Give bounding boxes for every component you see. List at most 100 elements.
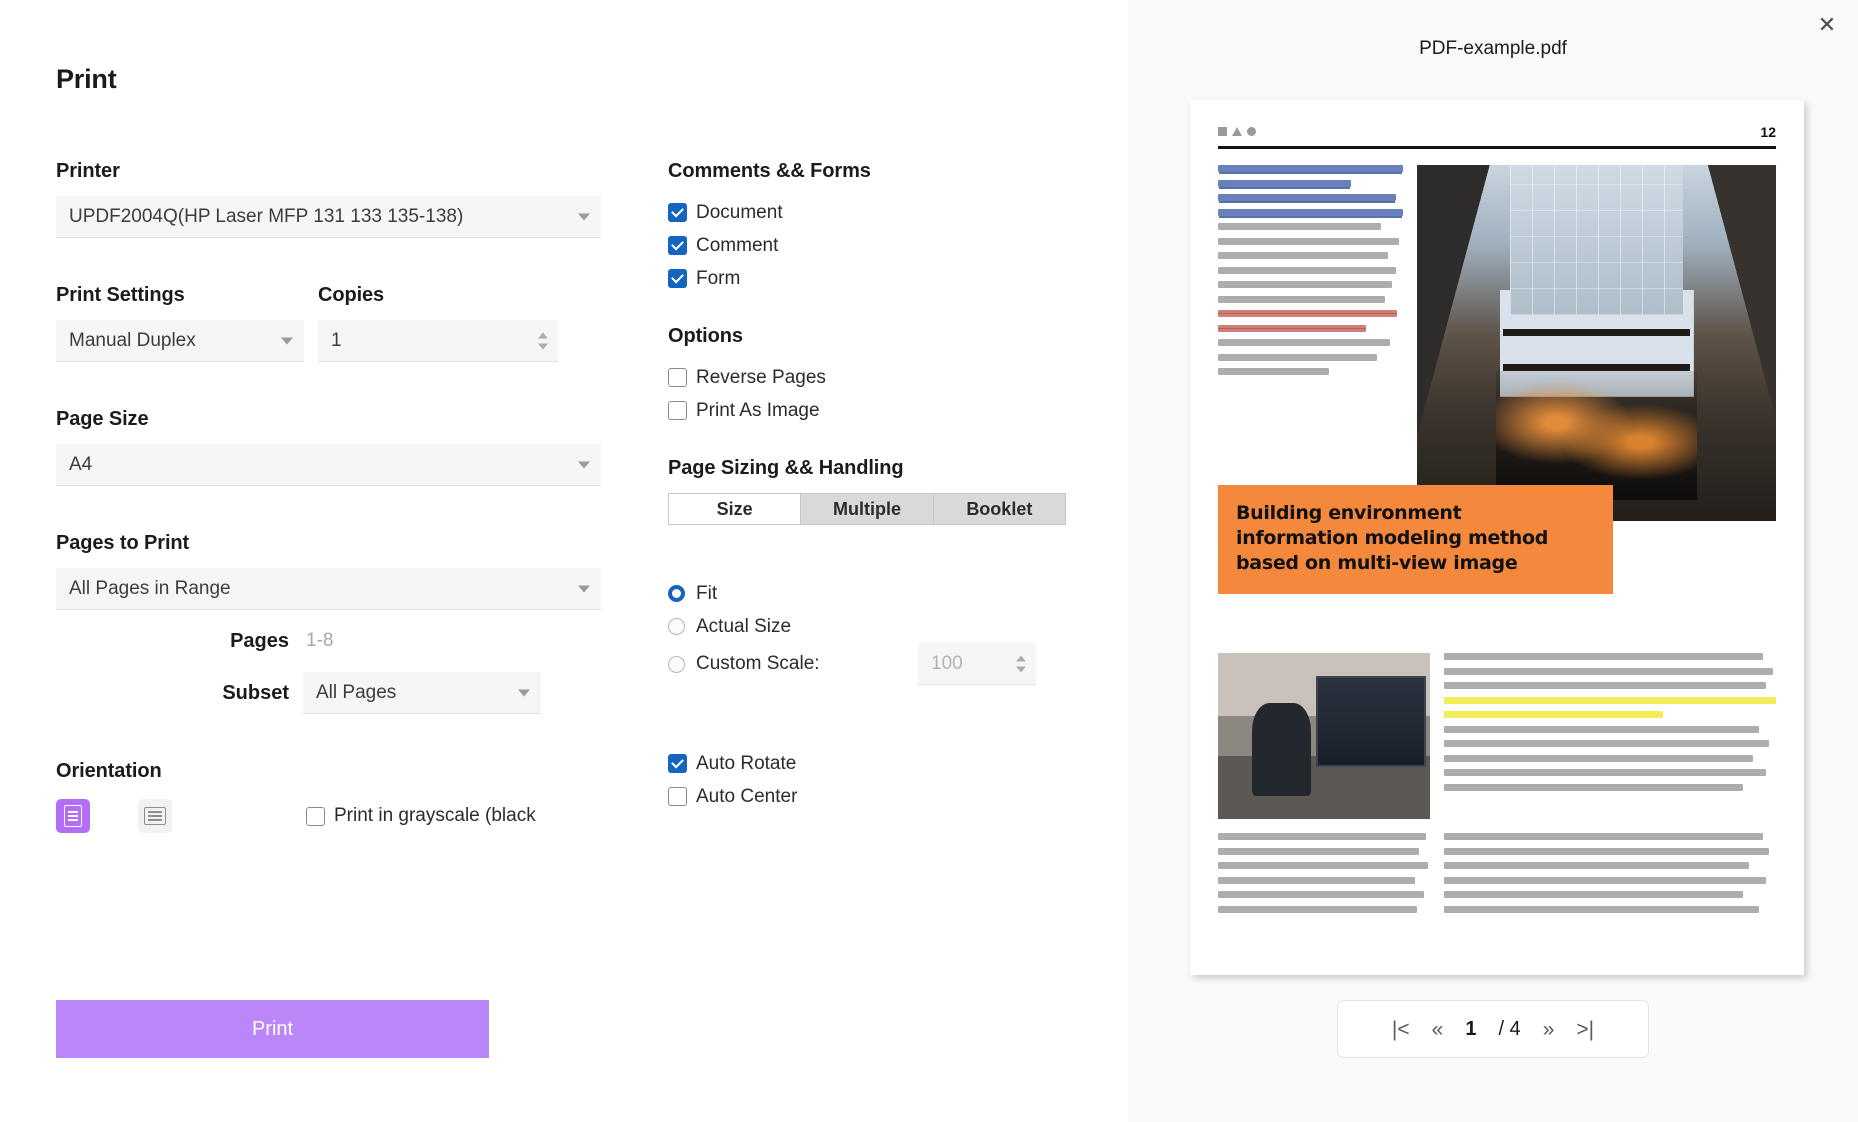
auto-center-label: Auto Center <box>696 785 798 807</box>
pdf-photo-workstation <box>1218 653 1430 819</box>
checkbox-checked-icon <box>668 236 687 255</box>
print-settings-label: Print Settings <box>56 284 185 306</box>
comments-forms-label-form: Form <box>696 267 741 289</box>
checkbox-icon <box>668 787 687 806</box>
pdf-page-header: 12 <box>1218 124 1776 140</box>
pages-range-row: Pages 1-8 <box>56 624 601 658</box>
pdf-title-banner: Building environment information modelin… <box>1218 485 1613 595</box>
pages-to-print-label: Pages to Print <box>56 532 190 554</box>
scale-option-label-fit: Fit <box>696 582 718 604</box>
print-settings-value: Manual Duplex <box>69 329 196 351</box>
orientation-portrait-button[interactable] <box>56 799 90 833</box>
page-sizing-tabs: Size Multiple Booklet <box>668 493 1066 525</box>
tab-size[interactable]: Size <box>669 494 802 524</box>
copies-spin-arrows[interactable] <box>538 332 548 349</box>
orientation-landscape-button[interactable] <box>138 799 172 833</box>
print-settings-pane: Print Printer UPDF2004Q(HP Laser MFP 131… <box>0 0 1128 1122</box>
page-size-value: A4 <box>69 453 93 475</box>
checkbox-icon <box>668 401 687 420</box>
printer-value: UPDF2004Q(HP Laser MFP 131 133 135-138) <box>69 205 464 227</box>
orientation-label: Orientation <box>56 760 162 782</box>
page-sizing-label: Page Sizing && Handling <box>668 457 904 479</box>
circle-icon <box>1247 127 1256 136</box>
first-page-button[interactable]: |< <box>1392 1019 1410 1040</box>
page-size-label: Page Size <box>56 408 149 430</box>
pdf-header-marks <box>1218 127 1256 136</box>
current-page-number[interactable]: 1 <box>1465 1018 1476 1041</box>
previous-page-button[interactable]: « <box>1432 1019 1444 1040</box>
page-title: Print <box>56 64 117 94</box>
pdf-page-preview[interactable]: 12 Building environment information mode… <box>1190 100 1804 975</box>
pdf-top-block <box>1218 165 1776 521</box>
last-page-button[interactable]: >| <box>1576 1019 1594 1040</box>
copies-value: 1 <box>331 329 342 351</box>
auto-center-checkbox[interactable]: Auto Center <box>668 780 1088 813</box>
chevron-down-icon <box>578 585 590 592</box>
comments-forms-item-form[interactable]: Form <box>668 262 1088 295</box>
pdf-header-rule <box>1218 146 1776 149</box>
orientation-row: Print in grayscale (black <box>56 799 601 833</box>
options-label-reverse-pages: Reverse Pages <box>696 366 826 388</box>
comments-forms-label-document: Document <box>696 201 783 223</box>
chevron-down-icon <box>281 337 293 344</box>
chevron-down-icon <box>578 461 590 468</box>
print-settings-copies-row: Print Settings Manual Duplex Copies 1 <box>56 284 601 362</box>
pdf-banner-line-1: Building environment <box>1236 502 1462 524</box>
landscape-orientation-icon <box>144 807 166 825</box>
subset-row: Subset All Pages <box>56 672 601 714</box>
tab-multiple[interactable]: Multiple <box>801 494 934 524</box>
pdf-middle-block <box>1218 653 1776 819</box>
scale-option-label-custom-scale: Custom Scale: <box>696 653 820 674</box>
pages-range-input[interactable]: 1-8 <box>303 624 541 658</box>
options-item-print-as-image[interactable]: Print As Image <box>668 394 1088 427</box>
chevron-down-icon[interactable] <box>1016 666 1026 672</box>
chevron-down-icon <box>578 213 590 220</box>
custom-scale-value: 100 <box>931 652 963 674</box>
pdf-right-text-column <box>1444 653 1776 819</box>
auto-rotate-label: Auto Rotate <box>696 752 797 774</box>
scale-option-fit[interactable]: Fit <box>668 577 1088 610</box>
total-page-count: / 4 <box>1498 1017 1521 1040</box>
custom-scale-spin-arrows[interactable] <box>1016 655 1026 672</box>
preview-pane: ✕ PDF-example.pdf 12 Building environmen… <box>1128 0 1858 1122</box>
radio-icon <box>668 655 685 673</box>
print-button[interactable]: Print <box>56 1000 489 1058</box>
portrait-orientation-icon <box>64 805 82 827</box>
chevron-up-icon[interactable] <box>1016 655 1026 661</box>
chevron-down-icon[interactable] <box>538 343 548 349</box>
radio-icon <box>668 618 685 635</box>
page-navigation: |< « 1 / 4 » >| <box>1337 1000 1649 1058</box>
pages-to-print-select[interactable]: All Pages in Range <box>56 568 601 610</box>
chevron-up-icon[interactable] <box>538 332 548 338</box>
custom-scale-stepper[interactable]: 100 <box>918 643 1036 685</box>
pdf-photo-architecture <box>1417 165 1776 521</box>
pages-to-print-value: All Pages in Range <box>69 577 231 599</box>
printer-label: Printer <box>56 160 120 182</box>
options-label: Options <box>668 325 743 347</box>
tab-booklet[interactable]: Booklet <box>933 494 1065 524</box>
pdf-left-text-column <box>1218 165 1403 521</box>
print-settings-select[interactable]: Manual Duplex <box>56 320 304 362</box>
subset-select[interactable]: All Pages <box>303 672 541 714</box>
auto-rotate-checkbox[interactable]: Auto Rotate <box>668 747 1088 780</box>
comments-forms-item-comment[interactable]: Comment <box>668 229 1088 262</box>
checkbox-icon <box>306 806 325 826</box>
subset-value: All Pages <box>316 681 397 703</box>
page-size-select[interactable]: A4 <box>56 444 601 486</box>
close-icon[interactable]: ✕ <box>1812 10 1842 40</box>
square-icon <box>1218 127 1227 136</box>
options-label-print-as-image: Print As Image <box>696 399 820 421</box>
next-page-button[interactable]: » <box>1543 1019 1555 1040</box>
scale-option-label-actual-size: Actual Size <box>696 615 792 637</box>
pdf-banner-line-3: based on multi-view image <box>1236 552 1518 575</box>
print-grayscale-checkbox[interactable]: Print in grayscale (black <box>306 805 536 827</box>
comments-forms-item-document[interactable]: Document <box>668 196 1088 229</box>
scale-option-actual-size[interactable]: Actual Size <box>668 610 1088 643</box>
checkbox-checked-icon <box>668 269 687 288</box>
options-item-reverse-pages[interactable]: Reverse Pages <box>668 361 1088 394</box>
pdf-bottom-block <box>1218 833 1776 920</box>
printer-select[interactable]: UPDF2004Q(HP Laser MFP 131 133 135-138) <box>56 196 601 238</box>
copies-stepper[interactable]: 1 <box>318 320 558 362</box>
scale-option-custom-scale[interactable]: Custom Scale: <box>668 648 918 681</box>
comments-forms-label-comment: Comment <box>696 234 779 256</box>
